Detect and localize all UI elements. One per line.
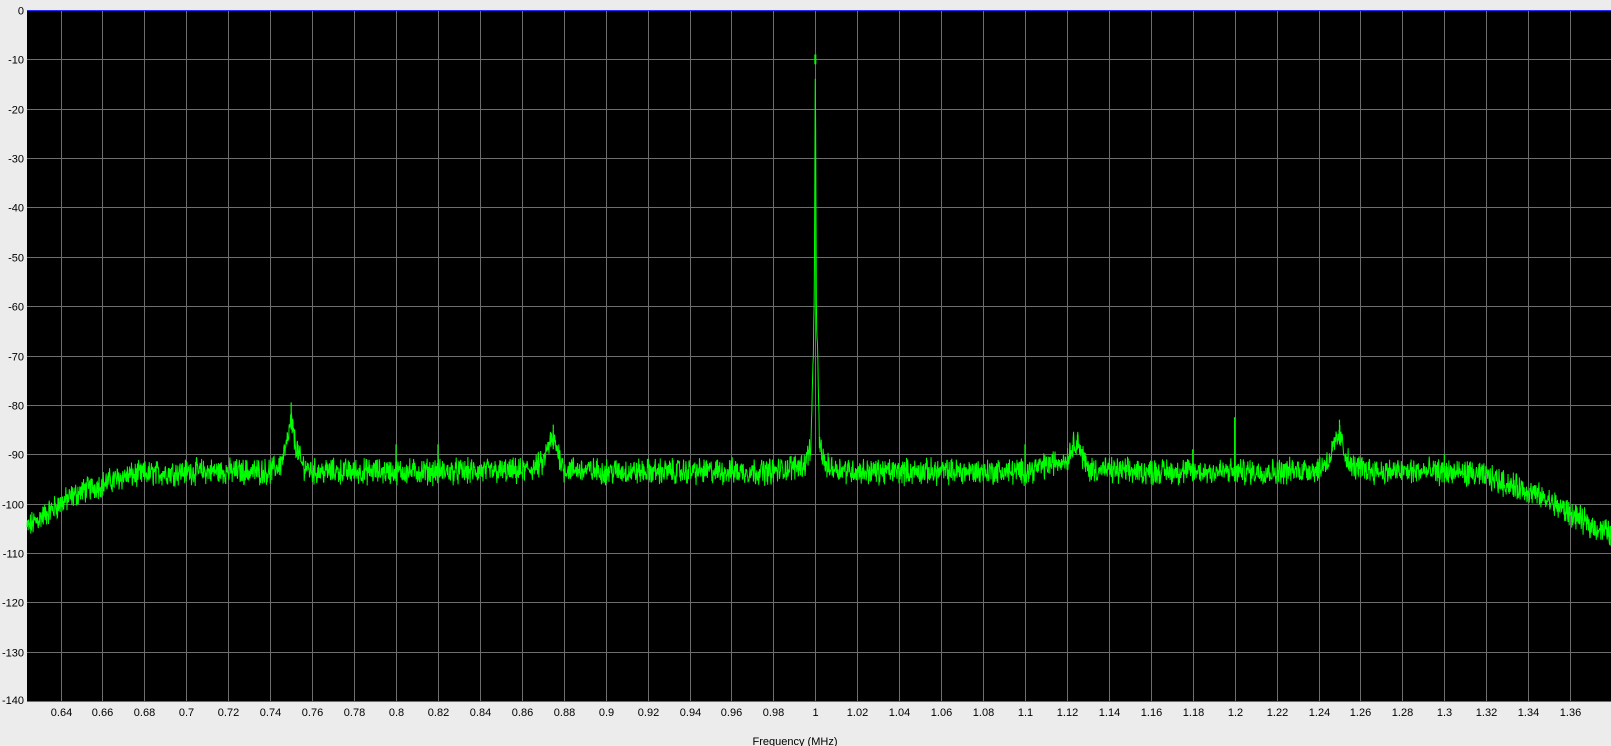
y-axis-ticks: 0 -10 -20 -30 -40 -50 -60 -70 -80 -90 -100 -110 -120… <box>2 6 24 708</box>
x-tick-label: 1.16 <box>1141 707 1162 719</box>
y-tick-label: -60 <box>8 302 24 314</box>
x-tick-label: 0.82 <box>428 707 449 719</box>
x-tick-label: 0.8 <box>389 707 404 719</box>
x-tick-label: 1.2 <box>1228 707 1243 719</box>
x-tick-label: 1.12 <box>1057 707 1078 719</box>
x-tick-label: 0.76 <box>302 707 323 719</box>
x-tick-label: 1.34 <box>1518 707 1539 719</box>
x-tick-label: 1.08 <box>973 707 994 719</box>
plot-background <box>27 10 1611 701</box>
x-tick-label: 1.32 <box>1476 707 1497 719</box>
x-tick-label: 0.78 <box>344 707 365 719</box>
x-tick-label: 1.04 <box>889 707 910 719</box>
x-axis-title: Frequency (MHz) <box>753 736 838 746</box>
x-tick-label: 1.06 <box>931 707 952 719</box>
y-tick-label: -80 <box>8 401 24 413</box>
spectrum-window: 0 -10 -20 -30 -40 -50 -60 -70 -80 -90 -100 -110 -120… <box>0 0 1611 746</box>
x-axis-ticks: 0.64 0.66 0.68 0.7 0.72 0.74 0.76 0.78 0.8 0.82 0.… <box>51 707 1581 719</box>
y-tick-label: -130 <box>2 648 24 660</box>
x-tick-label: 0.84 <box>470 707 491 719</box>
x-tick-label: 0.68 <box>134 707 155 719</box>
x-tick-label: 0.64 <box>51 707 72 719</box>
y-tick-label: -20 <box>8 105 24 117</box>
x-tick-label: 1.02 <box>847 707 868 719</box>
y-tick-label: -120 <box>2 598 24 610</box>
x-tick-label: 0.88 <box>554 707 575 719</box>
x-tick-label: 0.92 <box>638 707 659 719</box>
x-tick-label: 0.96 <box>721 707 742 719</box>
x-tick-label: 0.72 <box>218 707 239 719</box>
y-tick-label: -70 <box>8 352 24 364</box>
x-tick-label: 1 <box>812 707 818 719</box>
x-tick-label: 0.74 <box>260 707 281 719</box>
x-tick-label: 1.3 <box>1437 707 1452 719</box>
x-tick-label: 1.1 <box>1018 707 1033 719</box>
x-tick-label: 0.66 <box>92 707 113 719</box>
spectrum-chart: 0 -10 -20 -30 -40 -50 -60 -70 -80 -90 -100 -110 -120… <box>2 6 1611 746</box>
x-tick-label: 0.98 <box>763 707 784 719</box>
y-tick-label: -90 <box>8 450 24 462</box>
y-tick-label: -100 <box>2 500 24 512</box>
x-tick-label: 1.28 <box>1392 707 1413 719</box>
y-tick-label: -40 <box>8 203 24 215</box>
x-tick-label: 1.26 <box>1350 707 1371 719</box>
x-tick-label: 1.14 <box>1099 707 1120 719</box>
x-tick-label: 0.86 <box>512 707 533 719</box>
x-tick-label: 1.18 <box>1183 707 1204 719</box>
x-tick-label: 0.9 <box>599 707 614 719</box>
y-tick-label: -140 <box>2 695 24 707</box>
y-tick-label: -110 <box>3 549 24 561</box>
y-tick-label: -10 <box>8 55 24 67</box>
x-tick-label: 1.22 <box>1267 707 1288 719</box>
y-tick-label: -50 <box>8 253 24 265</box>
y-tick-label: -30 <box>8 154 24 166</box>
y-tick-label: 0 <box>18 6 24 18</box>
x-tick-label: 0.7 <box>179 707 194 719</box>
x-tick-label: 1.36 <box>1560 707 1581 719</box>
x-tick-label: 0.94 <box>680 707 701 719</box>
x-tick-label: 1.24 <box>1309 707 1330 719</box>
